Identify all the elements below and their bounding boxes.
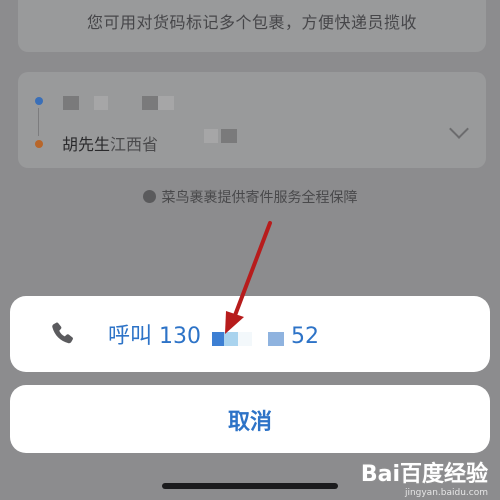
baidu-watermark: Bai百度经验 jingyan.baidu.com: [361, 456, 488, 498]
watermark-brand: Bai百度经验: [360, 462, 488, 487]
annotation-arrow: [225, 221, 272, 334]
watermark-site: jingyan.baidu.com: [404, 488, 488, 498]
